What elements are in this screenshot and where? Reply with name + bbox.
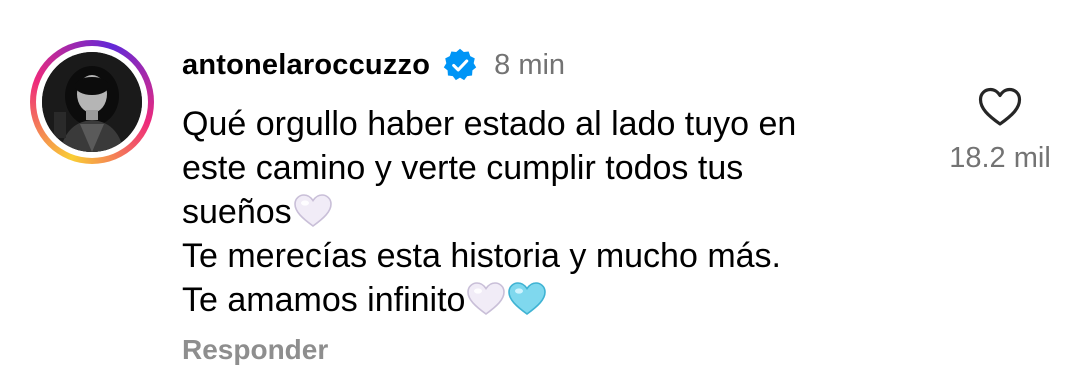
comment-line-2: este camino y verte cumplir todos tus [182, 149, 744, 187]
light-blue-heart-emoji [508, 282, 547, 315]
comment-line-5-wrap: Te amamos infinito [182, 278, 922, 322]
username[interactable]: antonelaroccuzzo [182, 49, 430, 82]
verified-badge-icon [443, 48, 477, 81]
comment-line-1: Qué orgullo haber estado al lado tuyo en [182, 105, 797, 143]
comment-header: antonelaroccuzzo 8 min [182, 42, 565, 88]
comment: antonelaroccuzzo 8 min Qué orgullo haber… [0, 0, 1078, 372]
heart-outline-icon[interactable] [977, 86, 1023, 128]
reply-button[interactable]: Responder [182, 334, 328, 366]
like-count: 18.2 mil [949, 142, 1051, 174]
white-heart-emoji [293, 194, 332, 227]
white-heart-emoji [467, 282, 506, 315]
comment-line-3: sueños [182, 193, 292, 231]
comment-text: Qué orgullo haber estado al lado tuyo en… [182, 102, 922, 322]
avatar-photo [42, 52, 142, 152]
like-section: 18.2 mil [940, 86, 1060, 175]
comment-line-4: Te merecías esta historia y mucho más. [182, 237, 782, 275]
timestamp: 8 min [494, 48, 566, 81]
avatar[interactable] [42, 52, 142, 152]
comment-line-5: Te amamos infinito [182, 281, 466, 319]
avatar-story-ring[interactable] [30, 40, 154, 164]
comment-line-3-wrap: sueños [182, 190, 922, 234]
